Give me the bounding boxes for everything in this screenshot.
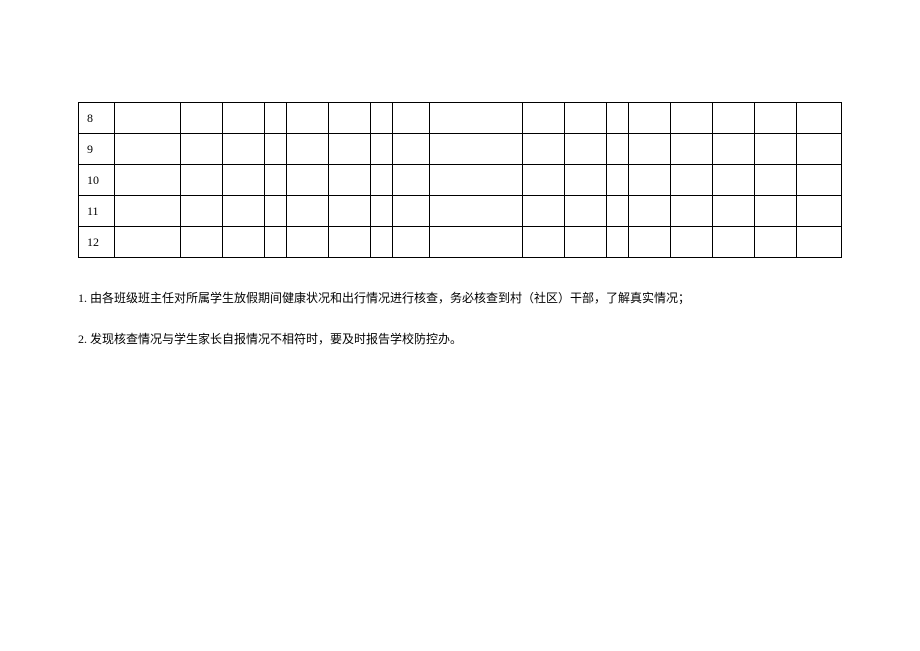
data-cell [181,227,223,258]
data-cell [223,196,265,227]
data-cell [670,103,712,134]
data-cell [223,103,265,134]
data-cell [754,227,796,258]
data-cell [287,196,329,227]
note-1: 1. 由各班级班主任对所属学生放假期间健康状况和出行情况进行核查，务必核查到村（… [78,290,842,307]
data-cell [564,196,606,227]
data-cell [115,103,181,134]
data-cell [522,196,564,227]
data-cell [430,196,522,227]
data-cell [712,165,754,196]
table-row: 12 [79,227,842,258]
data-cell [329,165,371,196]
data-cell [371,165,393,196]
data-cell [430,103,522,134]
data-cell [223,165,265,196]
data-table: 89101112 [78,102,842,258]
data-cell [606,134,628,165]
data-cell [522,103,564,134]
data-cell [564,103,606,134]
data-cell [712,196,754,227]
data-cell [115,134,181,165]
data-cell [115,227,181,258]
data-cell [628,227,670,258]
data-cell [628,165,670,196]
data-cell [754,103,796,134]
data-cell [628,134,670,165]
data-cell [265,227,287,258]
data-cell [115,165,181,196]
data-cell [287,165,329,196]
data-cell [628,196,670,227]
data-cell [430,227,522,258]
data-cell [522,227,564,258]
row-number-cell: 8 [79,103,115,134]
data-cell [796,196,841,227]
data-cell [670,227,712,258]
data-cell [564,134,606,165]
data-cell [371,227,393,258]
data-cell [329,134,371,165]
row-number-cell: 11 [79,196,115,227]
data-cell [265,165,287,196]
data-cell [393,196,430,227]
data-cell [181,165,223,196]
data-cell [796,165,841,196]
table-row: 11 [79,196,842,227]
data-cell [712,227,754,258]
data-cell [522,134,564,165]
data-cell [564,227,606,258]
data-cell [430,134,522,165]
data-cell [754,196,796,227]
data-cell [796,227,841,258]
data-cell [223,227,265,258]
data-cell [265,134,287,165]
data-cell [796,134,841,165]
data-cell [393,103,430,134]
data-cell [522,165,564,196]
data-cell [223,134,265,165]
data-cell [181,103,223,134]
data-cell [393,165,430,196]
notes-section: 1. 由各班级班主任对所属学生放假期间健康状况和出行情况进行核查，务必核查到村（… [78,290,842,348]
data-cell [371,196,393,227]
data-cell [287,227,329,258]
data-cell [670,165,712,196]
data-cell [329,227,371,258]
table-row: 10 [79,165,842,196]
table-row: 8 [79,103,842,134]
data-cell [287,103,329,134]
row-number-cell: 12 [79,227,115,258]
data-cell [796,103,841,134]
data-cell [670,134,712,165]
data-cell [564,165,606,196]
data-cell [265,196,287,227]
data-cell [393,134,430,165]
data-cell [287,134,329,165]
data-cell [712,103,754,134]
data-cell [181,134,223,165]
data-cell [393,227,430,258]
data-cell [606,103,628,134]
data-cell [329,103,371,134]
data-cell [670,196,712,227]
data-cell [115,196,181,227]
data-cell [265,103,287,134]
data-cell [754,134,796,165]
data-cell [628,103,670,134]
data-cell [606,196,628,227]
data-cell [181,196,223,227]
data-cell [712,134,754,165]
note-2: 2. 发现核查情况与学生家长自报情况不相符时，要及时报告学校防控办。 [78,331,842,348]
data-cell [606,227,628,258]
data-cell [329,196,371,227]
table-row: 9 [79,134,842,165]
data-cell [606,165,628,196]
data-cell [371,103,393,134]
data-cell [430,165,522,196]
data-cell [371,134,393,165]
row-number-cell: 9 [79,134,115,165]
row-number-cell: 10 [79,165,115,196]
data-cell [754,165,796,196]
